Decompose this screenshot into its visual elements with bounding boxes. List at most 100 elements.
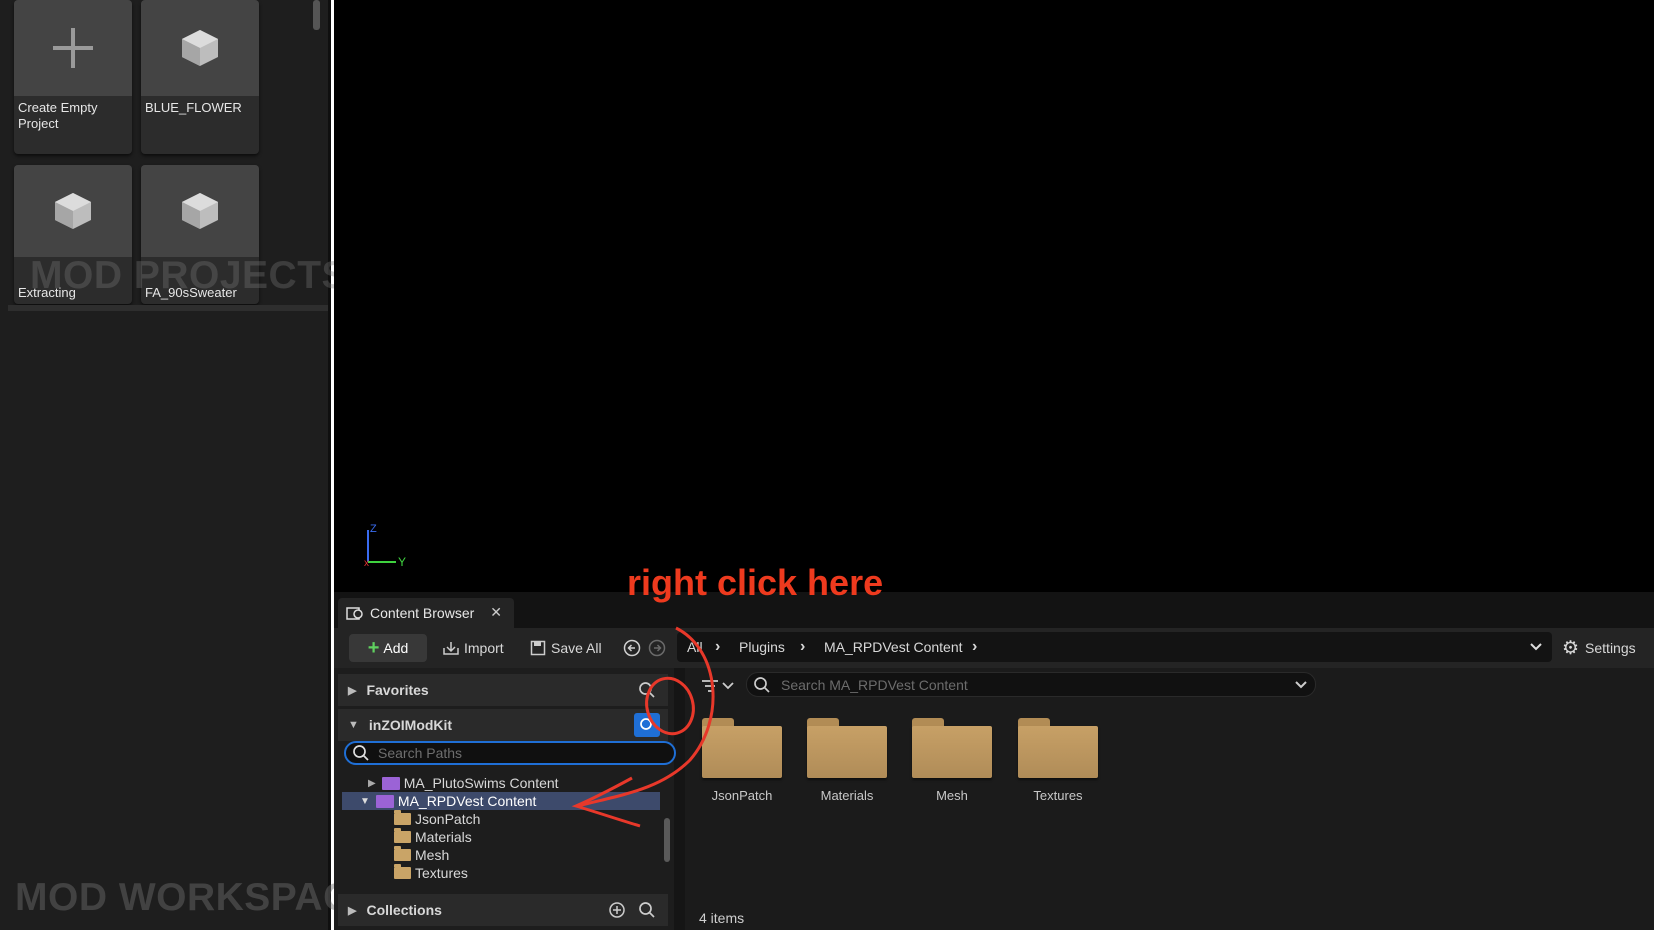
collections-header[interactable]: ▶ Collections xyxy=(338,894,668,926)
folder-icon xyxy=(394,810,411,825)
search-icon[interactable] xyxy=(638,901,656,919)
search-icon xyxy=(353,745,369,761)
save-all-button[interactable]: Save All xyxy=(530,634,602,662)
panel-divider[interactable] xyxy=(8,305,328,311)
plus-icon xyxy=(14,0,132,96)
folder-icon xyxy=(1018,726,1098,778)
axis-y-label: Y xyxy=(398,555,406,569)
folder-textures[interactable] xyxy=(1018,718,1098,778)
folder-label: Materials xyxy=(820,788,874,803)
folder-icon xyxy=(394,828,411,843)
import-button[interactable]: Import xyxy=(442,634,504,662)
add-button[interactable]: + Add xyxy=(349,634,427,662)
tab-label: Content Browser xyxy=(370,605,475,621)
folder-icon xyxy=(807,726,887,778)
folder-materials[interactable] xyxy=(807,718,887,778)
gear-icon: ⚙ xyxy=(1562,637,1580,659)
cube-icon xyxy=(141,0,259,96)
folder-icon xyxy=(394,846,411,861)
tree-item-ma-rpdvest[interactable]: ▼ MA_RPDVest Content xyxy=(342,792,660,810)
expand-arrow-icon[interactable]: ▶ xyxy=(368,778,376,789)
sources-panel: ▶ Favorites ▼ inZOIModKit Search Paths ▶… xyxy=(334,668,676,930)
tree-item-label: Materials xyxy=(415,829,472,845)
folder-icon xyxy=(912,726,992,778)
history-forward-button[interactable] xyxy=(648,634,666,662)
tree-item-label: MA_RPDVest Content xyxy=(397,793,537,809)
filter-icon xyxy=(702,680,718,692)
folder-icon xyxy=(394,864,411,879)
asset-search-input[interactable]: Search MA_RPDVest Content xyxy=(746,672,1316,697)
folder-label: Textures xyxy=(1033,788,1083,803)
settings-label: Settings xyxy=(1585,640,1636,656)
tree-item-jsonpatch[interactable]: JsonPatch xyxy=(394,810,480,828)
svg-text:x: x xyxy=(364,558,369,569)
favorites-header[interactable]: ▶ Favorites xyxy=(338,674,668,706)
breadcrumb: All › Plugins › MA_RPDVest Content › xyxy=(677,632,1552,662)
search-paths-placeholder: Search Paths xyxy=(378,745,463,761)
tree-item-materials[interactable]: Materials xyxy=(394,828,472,846)
axis-gizmo-icon: Z Y x xyxy=(364,523,406,569)
search-icon[interactable] xyxy=(638,681,656,699)
asset-view[interactable]: Search MA_RPDVest Content JsonPatch Mate… xyxy=(685,668,1654,930)
filter-button[interactable] xyxy=(701,678,734,694)
breadcrumb-item-plugins[interactable]: Plugins xyxy=(739,639,785,655)
tree-item-textures[interactable]: Textures xyxy=(394,864,468,882)
favorites-label: Favorites xyxy=(366,682,429,698)
project-tile-create-empty[interactable]: Create Empty Project xyxy=(14,0,132,154)
collapse-arrow-icon[interactable]: ▼ xyxy=(348,719,359,731)
projects-scrollbar[interactable] xyxy=(313,0,320,30)
project-tile-label: BLUE_FLOWER xyxy=(145,100,242,115)
search-icon xyxy=(640,718,652,730)
save-icon xyxy=(530,640,546,656)
item-count: 4 items xyxy=(699,910,745,926)
chevron-right-icon[interactable]: › xyxy=(800,638,805,656)
settings-button[interactable]: ⚙ Settings xyxy=(1562,634,1636,662)
collections-label: Collections xyxy=(366,902,442,918)
chevron-down-icon[interactable] xyxy=(1295,680,1307,690)
breadcrumb-item-ma-rpdvest[interactable]: MA_RPDVest Content xyxy=(824,639,963,655)
project-tile-blue-flower[interactable]: BLUE_FLOWER xyxy=(141,0,259,154)
plugin-folder-open-icon xyxy=(375,794,394,808)
content-browser: Content Browser ✕ + Add Import Save All … xyxy=(334,592,1654,930)
mod-projects-watermark: MOD PROJECTS xyxy=(30,254,349,297)
tree-item-label: MA_PlutoSwims Content xyxy=(403,775,559,791)
tree-item-mesh[interactable]: Mesh xyxy=(394,846,449,864)
import-icon xyxy=(443,642,459,655)
folder-jsonpatch[interactable] xyxy=(702,718,782,778)
cube-icon xyxy=(141,165,259,257)
close-icon[interactable]: ✕ xyxy=(490,604,502,621)
content-browser-toolbar: + Add Import Save All All › Plugins › MA… xyxy=(334,628,1654,668)
root-folder-header[interactable]: ▼ inZOIModKit xyxy=(338,709,668,741)
tab-content-browser[interactable]: Content Browser ✕ xyxy=(338,598,514,628)
history-back-button[interactable] xyxy=(623,634,641,662)
tree-item-ma-plutoswims[interactable]: ▶ MA_PlutoSwims Content xyxy=(368,774,559,792)
tree-scrollbar[interactable] xyxy=(664,818,670,862)
folder-mesh[interactable] xyxy=(912,718,992,778)
back-arrow-icon xyxy=(623,639,641,657)
expand-arrow-icon[interactable]: ▶ xyxy=(348,684,356,697)
project-tile-label: Create Empty Project xyxy=(18,100,98,131)
import-label: Import xyxy=(464,640,504,656)
search-icon xyxy=(754,676,770,693)
plus-icon: + xyxy=(367,636,380,659)
chevron-right-icon[interactable]: › xyxy=(715,638,720,656)
chevron-right-icon[interactable]: › xyxy=(972,638,977,656)
chevron-down-icon xyxy=(722,682,734,690)
folder-label: JsonPatch xyxy=(711,788,773,803)
tree-item-label: JsonPatch xyxy=(415,811,481,827)
plugin-folder-icon xyxy=(381,776,400,790)
breadcrumb-item-all[interactable]: All xyxy=(687,639,703,655)
mod-workspace-watermark: MOD WORKSPAC xyxy=(15,876,352,919)
level-viewport[interactable] xyxy=(334,0,1654,592)
add-label: Add xyxy=(383,640,409,656)
save-all-label: Save All xyxy=(551,640,602,656)
content-browser-icon xyxy=(346,607,363,620)
search-paths-input[interactable]: Search Paths xyxy=(344,741,676,765)
cube-icon xyxy=(14,165,132,257)
search-toggle-button[interactable] xyxy=(634,713,660,737)
tree-item-label: Textures xyxy=(415,865,468,881)
chevron-down-icon[interactable] xyxy=(1530,642,1542,652)
collapse-arrow-icon[interactable]: ▼ xyxy=(360,796,370,807)
expand-arrow-icon[interactable]: ▶ xyxy=(348,904,356,917)
add-collection-icon[interactable] xyxy=(608,901,626,919)
